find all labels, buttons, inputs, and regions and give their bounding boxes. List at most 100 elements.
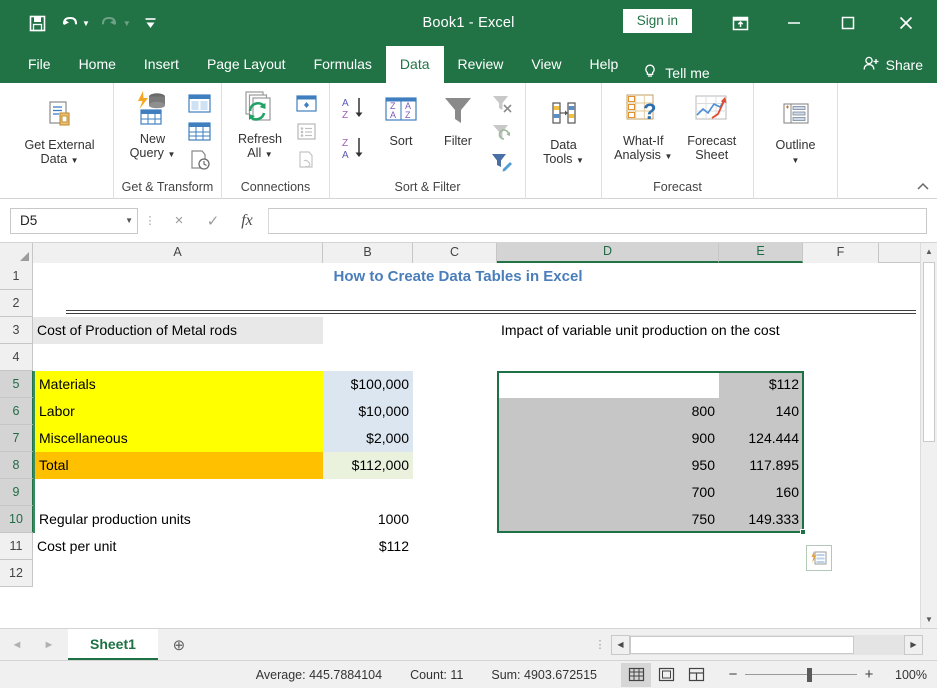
redo-dropdown-icon[interactable]: ▼	[123, 19, 134, 28]
name-box-chevron-down-icon[interactable]: ▼	[125, 216, 133, 225]
tab-review[interactable]: Review	[444, 46, 518, 83]
row-header-1[interactable]: 1	[0, 263, 32, 290]
clear-filter-icon[interactable]	[487, 91, 517, 117]
sort-button[interactable]: Z A A Z Sort	[373, 89, 429, 148]
row-header-4[interactable]: 4	[0, 344, 32, 371]
undo-icon[interactable]	[54, 8, 84, 38]
cell-d12[interactable]	[497, 560, 719, 587]
page-break-preview-icon[interactable]	[681, 663, 711, 687]
page-layout-view-icon[interactable]	[651, 663, 681, 687]
cell-a4[interactable]	[33, 344, 323, 371]
sheet-tab-sheet1[interactable]: Sheet1	[68, 629, 158, 660]
row-header-8[interactable]: 8	[0, 452, 34, 479]
vertical-scroll-thumb[interactable]	[923, 262, 935, 442]
scroll-up-icon[interactable]: ▲	[921, 243, 937, 260]
outline-button[interactable]: Outline ▼	[761, 93, 830, 168]
sort-descending-icon[interactable]: Z A	[337, 133, 373, 163]
cell-d4[interactable]	[497, 344, 719, 371]
row-header-2[interactable]: 2	[0, 290, 32, 317]
cell-b4[interactable]	[323, 344, 413, 371]
cell-a3[interactable]: Cost of Production of Metal rods	[33, 317, 323, 344]
zoom-in-button[interactable]: +	[857, 666, 881, 683]
cell-a11[interactable]: Cost per unit	[33, 533, 323, 560]
tell-me-box[interactable]: Tell me	[642, 63, 710, 83]
vertical-scrollbar[interactable]: ▲ ▼	[920, 243, 937, 628]
column-header-a[interactable]: A	[33, 243, 323, 263]
show-queries-icon[interactable]	[184, 90, 214, 116]
row-header-5[interactable]: 5	[0, 371, 34, 398]
column-header-b[interactable]: B	[323, 243, 413, 263]
name-box[interactable]: D5 ▼	[10, 207, 138, 234]
refresh-all-button[interactable]: Refresh All ▼	[229, 87, 291, 162]
cell-title[interactable]: How to Create Data Tables in Excel	[33, 263, 883, 290]
cell-b3[interactable]	[323, 317, 413, 344]
cell-e8[interactable]: 117.895	[719, 452, 803, 479]
cell-e5[interactable]: $112	[719, 371, 803, 398]
customize-qat-icon[interactable]	[136, 8, 166, 38]
normal-view-icon[interactable]	[621, 662, 651, 687]
zoom-slider[interactable]	[745, 667, 857, 683]
cell-e9[interactable]: 160	[719, 479, 803, 506]
horizontal-split-grip[interactable]: ⋮	[589, 629, 611, 660]
cell-b10[interactable]: 1000	[323, 506, 413, 533]
cell-c12[interactable]	[413, 560, 497, 587]
tab-data[interactable]: Data	[385, 46, 444, 83]
cell-a5[interactable]: Materials	[33, 371, 323, 398]
cell-c6[interactable]	[413, 398, 497, 425]
close-icon[interactable]	[875, 0, 937, 46]
cell-d2[interactable]	[497, 290, 719, 317]
cell-c9[interactable]	[413, 479, 497, 506]
row-header-11[interactable]: 11	[0, 533, 32, 560]
cell-e6[interactable]: 140	[719, 398, 803, 425]
minimize-icon[interactable]	[767, 0, 821, 46]
cell-d6[interactable]: 800	[497, 398, 719, 425]
scroll-right-icon[interactable]: ▶	[904, 634, 923, 655]
cell-a8[interactable]: Total	[33, 452, 323, 479]
reapply-filter-icon[interactable]	[487, 120, 517, 146]
cell-a12[interactable]	[33, 560, 323, 587]
column-header-c[interactable]: C	[413, 243, 497, 263]
add-sheet-icon[interactable]: ⊕	[158, 629, 200, 660]
cell-e11[interactable]	[719, 533, 803, 560]
selection-fill-handle[interactable]	[800, 529, 806, 535]
zoom-level-label[interactable]: 100%	[891, 668, 937, 682]
edit-links-icon[interactable]	[291, 146, 321, 172]
cell-e2[interactable]	[719, 290, 803, 317]
tab-help[interactable]: Help	[576, 46, 633, 83]
cell-a9[interactable]	[33, 479, 323, 506]
cell-e4[interactable]	[719, 344, 803, 371]
cell-d3[interactable]: Impact of variable unit production on th…	[497, 317, 780, 344]
confirm-entry-icon[interactable]: ✓	[196, 208, 230, 234]
cell-d9[interactable]: 700	[497, 479, 719, 506]
cell-c3[interactable]	[413, 317, 497, 344]
sort-ascending-icon[interactable]: A Z	[337, 93, 373, 123]
horizontal-scrollbar[interactable]: ◀ ▶	[611, 629, 923, 660]
previous-sheet-icon[interactable]: ◄	[8, 639, 26, 651]
select-all-corner[interactable]	[0, 243, 33, 263]
sign-in-button[interactable]: Sign in	[622, 9, 692, 33]
from-table-icon[interactable]	[184, 118, 214, 144]
row-header-3[interactable]: 3	[0, 317, 32, 344]
formula-input[interactable]	[268, 207, 927, 234]
cell-b9[interactable]	[323, 479, 413, 506]
connections-icon[interactable]	[291, 90, 321, 116]
row-header-9[interactable]: 9	[0, 479, 34, 506]
cell-c10[interactable]	[413, 506, 497, 533]
row-header-6[interactable]: 6	[0, 398, 34, 425]
what-if-analysis-button[interactable]: ? What-If Analysis ▼	[609, 89, 678, 164]
cancel-entry-icon[interactable]: ×	[162, 208, 196, 234]
cell-d10[interactable]: 750	[497, 506, 719, 533]
cell-e7[interactable]: 124.444	[719, 425, 803, 452]
cell-e3[interactable]	[719, 317, 803, 344]
scroll-down-icon[interactable]: ▼	[921, 611, 937, 628]
cell-c11[interactable]	[413, 533, 497, 560]
zoom-slider-thumb[interactable]	[807, 667, 812, 682]
horizontal-scroll-track[interactable]	[630, 634, 904, 655]
cell-e12[interactable]	[719, 560, 803, 587]
collapse-ribbon-icon[interactable]	[916, 181, 930, 196]
column-header-e[interactable]: E	[719, 243, 803, 263]
cell-a2[interactable]	[33, 290, 323, 317]
scroll-left-icon[interactable]: ◀	[611, 634, 630, 655]
cell-c2[interactable]	[413, 290, 497, 317]
quick-analysis-icon[interactable]	[806, 545, 832, 571]
